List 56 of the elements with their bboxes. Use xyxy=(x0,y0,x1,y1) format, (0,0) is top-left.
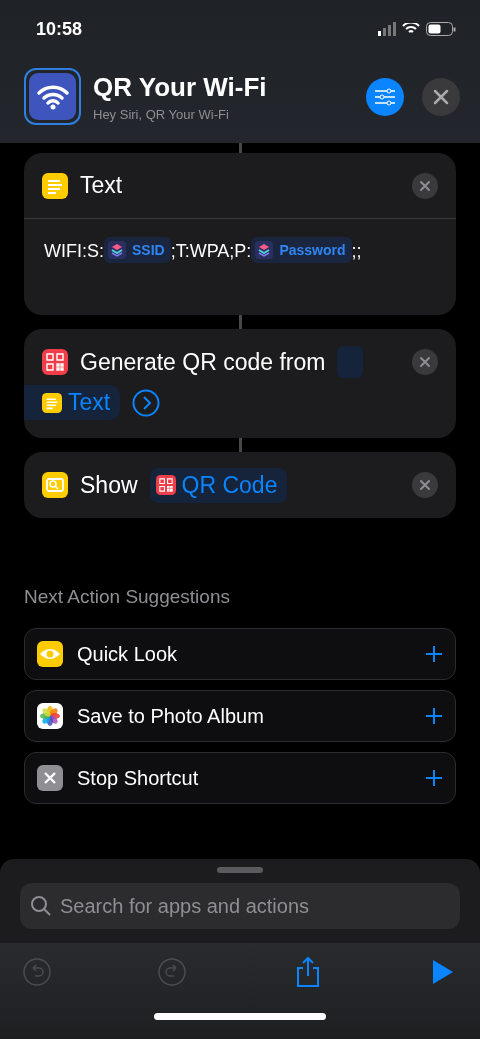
sliders-icon xyxy=(374,87,396,106)
flower-icon xyxy=(37,703,63,729)
preview-icon xyxy=(42,472,68,498)
action-title: Generate QR code from xyxy=(80,348,326,376)
empty-token xyxy=(337,346,364,378)
stop-icon xyxy=(37,765,63,791)
variable-token[interactable]: Text xyxy=(24,385,121,420)
shortcuts-icon xyxy=(255,241,274,259)
redo-icon xyxy=(158,958,187,986)
suggestion-row[interactable]: Quick Look xyxy=(24,628,456,680)
siri-phrase: Hey Siri, QR Your Wi-Fi xyxy=(93,106,230,122)
wifi-icon xyxy=(402,22,420,36)
share-icon xyxy=(294,956,321,988)
suggestion-label: Stop Shortcut xyxy=(77,766,200,790)
variable-token[interactable]: SSID xyxy=(104,237,171,263)
qr-code-icon xyxy=(155,475,176,495)
eye-icon xyxy=(37,641,63,667)
close-button[interactable] xyxy=(422,77,460,116)
undo-icon xyxy=(23,958,51,986)
shortcut-title: QR Your Wi-Fi xyxy=(93,71,268,103)
text-content: ;; xyxy=(351,240,362,263)
chevron-circle-icon[interactable] xyxy=(132,388,161,417)
notes-icon xyxy=(42,172,68,199)
section-heading: Next Action Suggestions xyxy=(24,586,230,608)
signal-icon xyxy=(378,22,396,36)
remove-button[interactable] xyxy=(412,472,438,498)
action-title: Show xyxy=(80,471,138,499)
variable-token[interactable]: QR Code xyxy=(149,467,288,503)
sheet-handle[interactable] xyxy=(217,867,263,873)
suggestion-row[interactable]: Stop Shortcut xyxy=(24,752,456,804)
notes-icon xyxy=(42,392,62,413)
remove-button[interactable] xyxy=(412,349,438,375)
app-icon[interactable] xyxy=(24,68,81,125)
add-icon[interactable] xyxy=(425,769,443,787)
settings-button[interactable] xyxy=(366,77,404,116)
play-icon xyxy=(432,959,454,985)
battery-icon xyxy=(426,22,456,36)
remove-button[interactable] xyxy=(412,172,438,199)
text-content: WIFI:S: xyxy=(44,240,104,263)
qr-code-icon xyxy=(42,349,68,375)
suggestion-label: Save to Photo Album xyxy=(77,704,265,728)
text-content: ;T:WPA;P: xyxy=(170,240,252,263)
search-icon xyxy=(30,895,52,917)
search-field[interactable]: Search for apps and actions xyxy=(20,883,460,929)
variable-token[interactable]: Password xyxy=(251,237,352,263)
add-icon[interactable] xyxy=(425,645,443,663)
suggestion-label: Quick Look xyxy=(77,642,179,666)
add-icon[interactable] xyxy=(425,707,443,725)
suggestion-row[interactable]: Save to Photo Album xyxy=(24,690,456,742)
status-time: 10:58 xyxy=(36,18,83,40)
close-icon xyxy=(419,356,431,368)
close-icon xyxy=(433,88,449,105)
shortcuts-icon xyxy=(108,241,126,259)
close-icon xyxy=(419,179,431,192)
close-icon xyxy=(419,479,431,491)
action-title: Text xyxy=(80,172,123,199)
